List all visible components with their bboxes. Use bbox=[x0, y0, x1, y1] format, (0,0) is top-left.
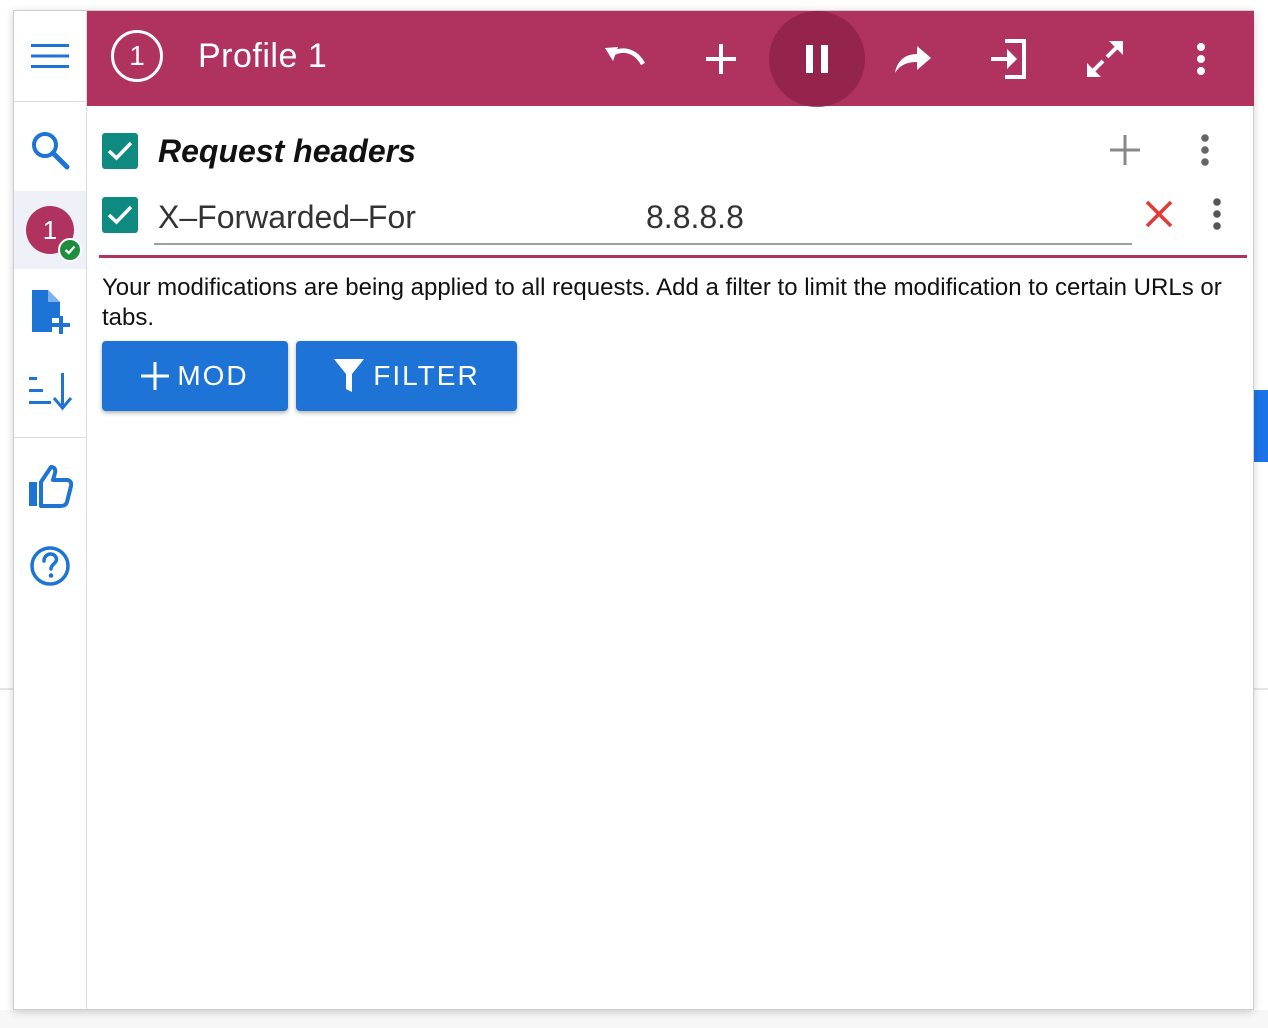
header-field-underline bbox=[154, 243, 1132, 245]
undo-button[interactable] bbox=[577, 11, 673, 106]
filter-icon bbox=[333, 358, 365, 394]
sidebar-separator bbox=[14, 101, 86, 102]
add-header-button[interactable] bbox=[1110, 135, 1140, 165]
check-circle-icon bbox=[58, 238, 82, 262]
header-enabled-checkbox[interactable] bbox=[102, 197, 138, 233]
search-icon bbox=[30, 130, 70, 170]
background-blue-tab bbox=[1254, 390, 1268, 462]
add-profile-button[interactable] bbox=[14, 273, 86, 351]
sidebar: 1 bbox=[14, 11, 87, 1009]
background-top-strip bbox=[0, 0, 1268, 10]
plus-icon bbox=[705, 43, 737, 75]
profile-title[interactable]: Profile 1 bbox=[198, 37, 327, 76]
profile-header: 1 Profile 1 bbox=[87, 10, 1254, 107]
share-button[interactable] bbox=[865, 11, 961, 106]
sort-icon bbox=[27, 371, 73, 411]
avatar: 1 bbox=[26, 206, 82, 262]
expand-button[interactable] bbox=[1057, 11, 1153, 106]
login-icon bbox=[989, 38, 1029, 80]
section-more-button[interactable] bbox=[1200, 133, 1210, 167]
file-add-icon bbox=[28, 288, 72, 336]
info-message: Your modifications are being applied to … bbox=[102, 274, 1222, 331]
share-icon bbox=[893, 43, 933, 75]
more-vert-icon bbox=[1196, 42, 1206, 76]
pause-icon bbox=[804, 44, 830, 74]
more-vert-icon bbox=[1200, 133, 1210, 167]
header-value-field[interactable]: 8.8.8.8 bbox=[646, 199, 744, 236]
sidebar-separator-2 bbox=[14, 437, 86, 438]
more-button[interactable] bbox=[1153, 11, 1249, 106]
undo-icon bbox=[602, 44, 648, 74]
add-filter-label: FILTER bbox=[373, 360, 480, 391]
extension-popup: 1 1 Profile 1 Request headers X–Forwarde… bbox=[13, 10, 1254, 1010]
plus-icon bbox=[141, 362, 170, 390]
section-title: Request headers bbox=[158, 133, 416, 169]
section-enabled-checkbox[interactable] bbox=[102, 133, 138, 169]
menu-button[interactable] bbox=[14, 11, 86, 101]
request-headers-section: Request headers bbox=[102, 129, 1252, 177]
rate-button[interactable] bbox=[14, 447, 86, 525]
background-divider bbox=[0, 688, 14, 690]
add-mod-button[interactable]: MOD bbox=[102, 341, 288, 411]
import-button[interactable] bbox=[961, 11, 1057, 106]
profile-number-badge: 1 bbox=[111, 30, 163, 82]
expand-icon bbox=[1085, 39, 1125, 79]
section-accent-line bbox=[99, 255, 1247, 258]
profile-number: 1 bbox=[129, 40, 145, 71]
help-circle-icon bbox=[29, 545, 71, 587]
search-button[interactable] bbox=[14, 111, 86, 189]
add-filter-button[interactable]: FILTER bbox=[296, 341, 517, 411]
more-vert-icon bbox=[1212, 197, 1222, 231]
thumbs-up-icon bbox=[27, 464, 73, 508]
sidebar-item-profile-1[interactable]: 1 bbox=[14, 191, 86, 269]
help-button[interactable] bbox=[14, 527, 86, 605]
header-name-field[interactable]: X–Forwarded–For bbox=[158, 199, 416, 236]
background-bottom bbox=[0, 1010, 1268, 1028]
header-more-button[interactable] bbox=[1212, 197, 1222, 231]
add-button[interactable] bbox=[673, 11, 769, 106]
add-mod-label: MOD bbox=[177, 360, 249, 391]
background-divider-right bbox=[1254, 688, 1268, 690]
avatar-label: 1 bbox=[42, 214, 58, 245]
close-icon bbox=[1144, 199, 1174, 229]
menu-icon bbox=[31, 43, 69, 69]
sort-button[interactable] bbox=[14, 351, 86, 431]
plus-icon bbox=[1110, 135, 1140, 165]
delete-header-button[interactable] bbox=[1144, 199, 1174, 229]
pause-button[interactable] bbox=[769, 10, 865, 107]
header-row: X–Forwarded–For 8.8.8.8 bbox=[102, 195, 1252, 255]
